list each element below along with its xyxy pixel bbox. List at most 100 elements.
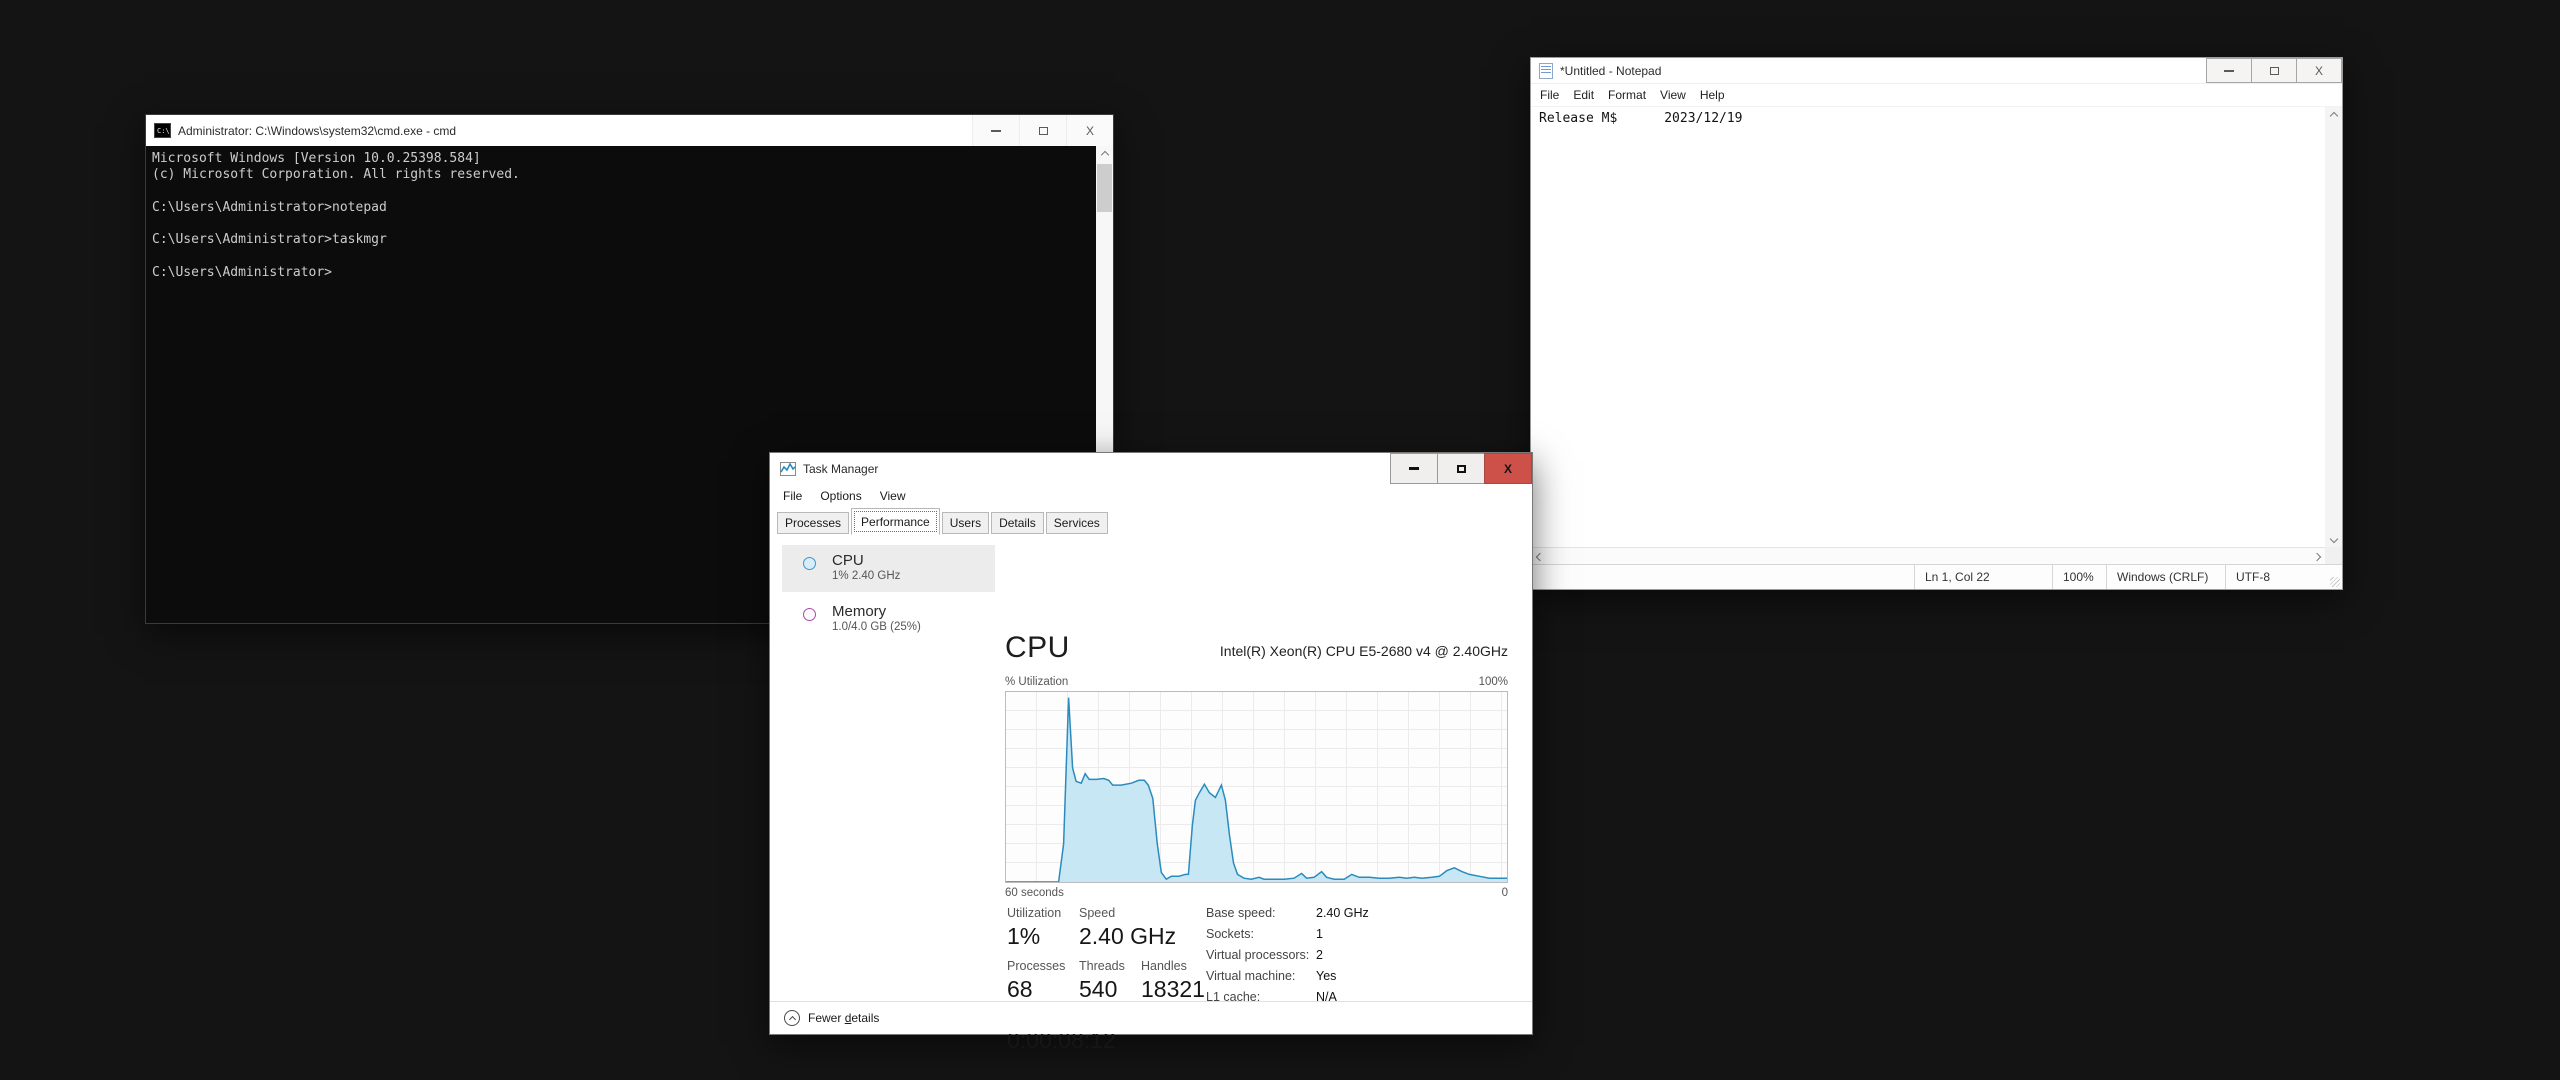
chevron-up-icon <box>2329 111 2337 119</box>
tab-services[interactable]: Services <box>1046 512 1108 534</box>
chart-x-axis-right: 0 <box>1502 887 1508 899</box>
notepad-window-title: *Untitled - Notepad <box>1560 64 1661 78</box>
scroll-right-button[interactable] <box>2308 548 2325 565</box>
terminal-line <box>152 249 1107 265</box>
vertical-scrollbar[interactable] <box>2325 107 2342 547</box>
maximize-button[interactable] <box>1019 115 1066 146</box>
notepad-window: *Untitled - Notepad X File Edit Format V… <box>1530 57 2343 590</box>
close-button[interactable]: X <box>1066 115 1113 146</box>
minimize-button[interactable] <box>972 115 1019 146</box>
stat-label-speed: Speed <box>1079 906 1115 920</box>
status-encoding: UTF-8 <box>2225 565 2342 589</box>
menu-help[interactable]: Help <box>1693 88 1732 102</box>
scrollbar-thumb[interactable] <box>1097 164 1112 212</box>
maximize-button[interactable] <box>2251 58 2297 83</box>
status-zoom: 100% <box>2052 565 2106 589</box>
tab-processes[interactable]: Processes <box>777 512 849 534</box>
scroll-up-button[interactable] <box>2325 107 2342 124</box>
cpu-heading: CPU <box>1005 631 1070 665</box>
stat-label-utilization: Utilization <box>1007 906 1061 920</box>
terminal-line: C:\Users\Administrator>taskmgr <box>152 232 1107 248</box>
scroll-down-button[interactable] <box>2325 530 2342 547</box>
cpu-graph-thumbnail-icon <box>803 557 816 570</box>
performance-sidebar: CPU 1% 2.40 GHz Memory 1.0/4.0 GB (25%) <box>782 545 995 643</box>
cmd-window-title: Administrator: C:\Windows\system32\cmd.e… <box>178 124 456 138</box>
maximize-icon <box>2270 67 2279 75</box>
tab-users[interactable]: Users <box>942 512 989 534</box>
chart-x-axis-left: 60 seconds <box>1005 887 1064 899</box>
cmd-titlebar[interactable]: C:\ Administrator: C:\Windows\system32\c… <box>146 115 1113 146</box>
task-manager-tabstrip: Processes Performance Users Details Serv… <box>770 508 1532 535</box>
stat-value-threads: 540 <box>1079 976 1117 1003</box>
sidebar-item-name: CPU <box>832 552 995 569</box>
tab-performance[interactable]: Performance <box>851 508 940 535</box>
task-manager-icon <box>780 462 796 476</box>
cpu-utilization-chart[interactable] <box>1005 691 1508 883</box>
minimize-icon <box>991 130 1001 132</box>
chart-y-axis-max: 100% <box>1479 676 1508 688</box>
notepad-icon <box>1539 63 1553 79</box>
stat-value-sockets: 1 <box>1316 927 1323 941</box>
close-button[interactable]: X <box>2296 58 2342 83</box>
menu-edit[interactable]: Edit <box>1566 88 1601 102</box>
stat-label-processes: Processes <box>1007 959 1065 973</box>
sidebar-item-detail: 1% 2.40 GHz <box>832 570 995 582</box>
close-icon: X <box>1504 463 1512 475</box>
menu-file[interactable]: File <box>774 489 811 503</box>
stat-value-handles: 18321 <box>1141 976 1205 1003</box>
sidebar-item-memory[interactable]: Memory 1.0/4.0 GB (25%) <box>782 596 995 643</box>
menu-file[interactable]: File <box>1533 88 1566 102</box>
terminal-line <box>152 184 1107 200</box>
stat-label-virtual-machine: Virtual machine: <box>1206 969 1295 983</box>
cpu-detail-panel: CPU Intel(R) Xeon(R) CPU E5-2680 v4 @ 2.… <box>1005 535 1508 1001</box>
chevron-up-circle-icon <box>784 1010 800 1026</box>
stat-label-base-speed: Base speed: <box>1206 906 1276 920</box>
chevron-up-icon <box>1100 150 1108 158</box>
menu-options[interactable]: Options <box>811 489 870 503</box>
task-manager-window: Task Manager X File Options View Process… <box>769 452 1533 1035</box>
fewer-details-button[interactable]: Fewer details <box>784 1010 879 1026</box>
tab-details[interactable]: Details <box>991 512 1044 534</box>
maximize-icon <box>1039 127 1048 135</box>
cpu-area <box>1006 698 1507 882</box>
task-manager-menubar: File Options View <box>770 484 1532 508</box>
close-button[interactable]: X <box>1484 453 1532 484</box>
chevron-left-icon <box>1535 552 1543 560</box>
stat-label-threads: Threads <box>1079 959 1125 973</box>
sidebar-item-detail: 1.0/4.0 GB (25%) <box>832 621 995 633</box>
menu-format[interactable]: Format <box>1601 88 1653 102</box>
scroll-up-button[interactable] <box>1096 146 1113 163</box>
minimize-icon <box>2224 70 2234 72</box>
cmd-prompt-icon: C:\ <box>154 123 171 138</box>
notepad-menubar: File Edit Format View Help <box>1531 84 2342 107</box>
desktop: C:\ Administrator: C:\Windows\system32\c… <box>0 0 2560 1080</box>
task-manager-titlebar[interactable]: Task Manager X <box>770 453 1532 484</box>
stat-value-processes: 68 <box>1007 976 1033 1003</box>
sidebar-item-cpu[interactable]: CPU 1% 2.40 GHz <box>782 545 995 592</box>
maximize-button[interactable] <box>1437 453 1485 484</box>
stat-label-virtual-processors: Virtual processors: <box>1206 948 1309 962</box>
task-manager-footer: Fewer details <box>770 1001 1532 1034</box>
terminal-line: (c) Microsoft Corporation. All rights re… <box>152 167 1107 183</box>
minimize-button[interactable] <box>1390 453 1438 484</box>
stat-label-handles: Handles <box>1141 959 1187 973</box>
terminal-line: Microsoft Windows [Version 10.0.25398.58… <box>152 151 1107 167</box>
stat-label-sockets: Sockets: <box>1206 927 1254 941</box>
scrollbar-corner <box>2325 547 2342 564</box>
status-spacer <box>1531 565 1914 589</box>
terminal-line <box>152 216 1107 232</box>
terminal-prompt: C:\Users\Administrator> <box>152 265 1107 281</box>
notepad-text-content: Release M$ 2023/12/19 <box>1539 111 2325 126</box>
menu-view[interactable]: View <box>871 489 915 503</box>
stat-value-virtual-machine: Yes <box>1316 969 1336 983</box>
resize-grip[interactable] <box>2330 577 2340 587</box>
chevron-right-icon <box>2312 552 2320 560</box>
notepad-titlebar[interactable]: *Untitled - Notepad X <box>1531 58 2342 84</box>
close-icon: X <box>1086 125 1094 137</box>
scroll-left-button[interactable] <box>1531 548 1548 565</box>
status-line-col: Ln 1, Col 22 <box>1914 565 2052 589</box>
minimize-button[interactable] <box>2206 58 2252 83</box>
notepad-text-area[interactable]: Release M$ 2023/12/19 <box>1531 107 2325 547</box>
menu-view[interactable]: View <box>1653 88 1693 102</box>
horizontal-scrollbar[interactable] <box>1531 547 2325 564</box>
